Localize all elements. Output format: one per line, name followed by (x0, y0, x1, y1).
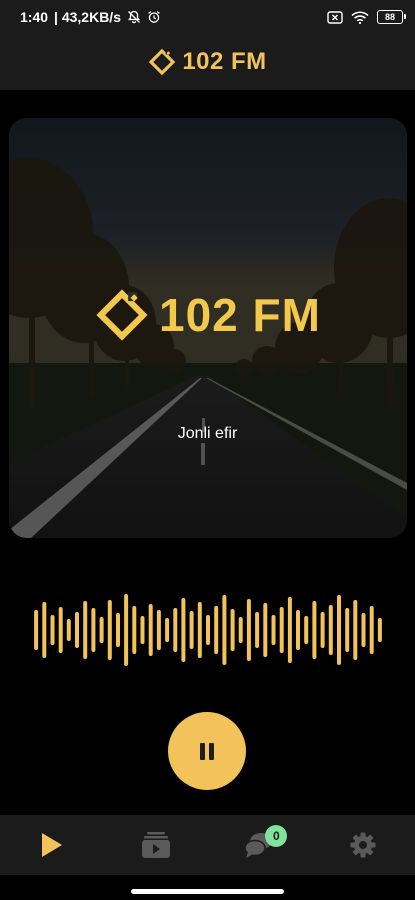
waveform-bar (246, 599, 251, 661)
waveform-bar (377, 618, 382, 642)
waveform-bar (34, 610, 39, 650)
app-header: 102 FM (0, 34, 415, 90)
waveform-bar (287, 597, 292, 663)
diamond-logo-icon (96, 289, 148, 341)
gear-icon (350, 832, 376, 858)
video-library-icon (141, 832, 170, 858)
waveform-bar (189, 611, 194, 649)
waveform-bar (320, 612, 325, 648)
waveform-bar (66, 619, 71, 641)
waveform-bar (58, 607, 63, 653)
status-time: 1:40 (20, 9, 49, 25)
waveform-bar (238, 617, 243, 643)
waveform-bar (230, 609, 235, 651)
nav-play[interactable] (22, 820, 82, 870)
waveform-bar (222, 595, 227, 665)
waveform-bar (353, 600, 358, 660)
waveform-bar (140, 616, 145, 644)
waveform-bar (345, 608, 350, 652)
pause-icon (200, 742, 214, 760)
waveform-bar (173, 608, 178, 652)
chat-badge: 0 (265, 825, 288, 847)
bell-off-icon (127, 10, 141, 24)
nav-chat[interactable]: 0 (229, 820, 289, 870)
nav-videos[interactable] (126, 820, 186, 870)
hero-artwork: 102 FM (9, 118, 407, 538)
waveform-bar (279, 607, 284, 653)
waveform-bar (148, 604, 153, 656)
status-bar: 1:40 | 43,2KB/s 88 (0, 0, 415, 34)
waveform-bar (214, 606, 219, 654)
bottom-nav: 0 (0, 815, 415, 875)
status-right: 88 (327, 10, 406, 24)
play-icon (41, 833, 62, 857)
waveform-bar (271, 615, 276, 645)
waveform-bar (328, 605, 333, 655)
waveform-bar (165, 618, 170, 642)
waveform-bar (206, 615, 210, 645)
waveform-bar (75, 612, 79, 648)
waveform-bar (197, 602, 202, 658)
waveform-bar (361, 613, 366, 647)
waveform-bar (337, 595, 341, 665)
waveform-bar (124, 594, 129, 666)
waveform-bar (312, 601, 317, 659)
battery-icon: 88 (377, 10, 406, 24)
waveform-bar (132, 606, 137, 654)
sim-x-icon (327, 10, 343, 24)
alarm-icon (148, 11, 160, 23)
waveform-bar (83, 601, 88, 659)
waveform-bar (50, 615, 55, 645)
wifi-icon (351, 11, 369, 24)
gesture-handle[interactable] (131, 889, 284, 894)
waveform-bar (99, 617, 104, 643)
waveform-bar (42, 602, 47, 658)
waveform-bar (107, 600, 112, 660)
network-speed: | 43,2KB/s (54, 9, 121, 25)
audio-waveform (34, 594, 382, 666)
hero-logo: 102 FM (9, 288, 407, 342)
waveform-bar (255, 612, 260, 648)
live-label: Jonli efir (177, 425, 238, 442)
gesture-area (0, 875, 415, 900)
hero-brand: 102 FM (159, 289, 321, 341)
waveform-bar (116, 613, 120, 647)
waveform-bar (369, 606, 374, 654)
waveform-bar (263, 603, 268, 657)
battery-level: 88 (384, 12, 395, 22)
waveform-bar (91, 608, 96, 652)
waveform-bar (296, 610, 300, 650)
nav-settings[interactable] (333, 820, 393, 870)
status-left: 1:40 | 43,2KB/s (20, 9, 161, 25)
waveform-bar (181, 598, 186, 662)
header-brand: 102 FM (182, 48, 267, 75)
waveform-bar (156, 610, 161, 650)
pause-button[interactable] (168, 712, 246, 790)
diamond-logo-icon (149, 48, 176, 76)
waveform-bar (304, 616, 309, 644)
